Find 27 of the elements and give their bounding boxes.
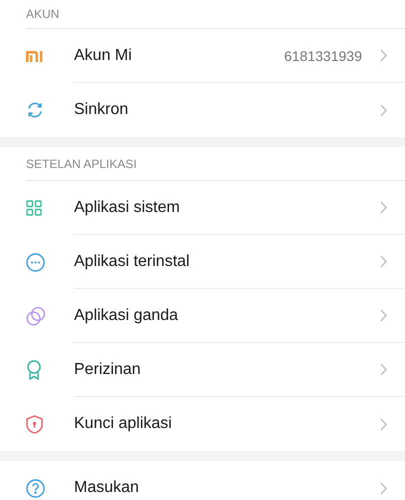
item-label[interactable]: Sinkron [74, 101, 380, 119]
chevron-icon [380, 309, 387, 322]
award-icon [26, 360, 42, 380]
item-label[interactable]: Masukan [74, 479, 380, 497]
shield-icon [26, 414, 43, 434]
double-circle-icon [26, 306, 45, 326]
item-label[interactable]: Kunci aplikasi [74, 415, 380, 433]
item-value: 6181331939 [284, 48, 362, 64]
item-label[interactable]: Akun Mi [74, 46, 284, 64]
grid-icon [26, 200, 42, 216]
item-label[interactable]: Aplikasi terinstal [74, 252, 380, 270]
section-header: SETELAN APLIKASI [26, 156, 137, 170]
sync-icon [26, 101, 44, 119]
item-label[interactable]: Aplikasi ganda [74, 306, 380, 324]
chevron-icon [380, 201, 387, 214]
chevron-icon [380, 418, 387, 430]
chevron-icon [380, 104, 387, 116]
chevron-icon [380, 255, 387, 268]
item-label[interactable]: Aplikasi sistem [74, 198, 380, 216]
chevron-icon [380, 49, 387, 62]
mi-logo-icon [26, 50, 43, 62]
more-icon [26, 252, 45, 272]
item-label[interactable]: Perizinan [74, 360, 380, 378]
chevron-icon [380, 482, 387, 494]
section-header: AKUN [26, 7, 60, 21]
help-icon [26, 478, 45, 498]
chevron-icon [380, 363, 387, 376]
